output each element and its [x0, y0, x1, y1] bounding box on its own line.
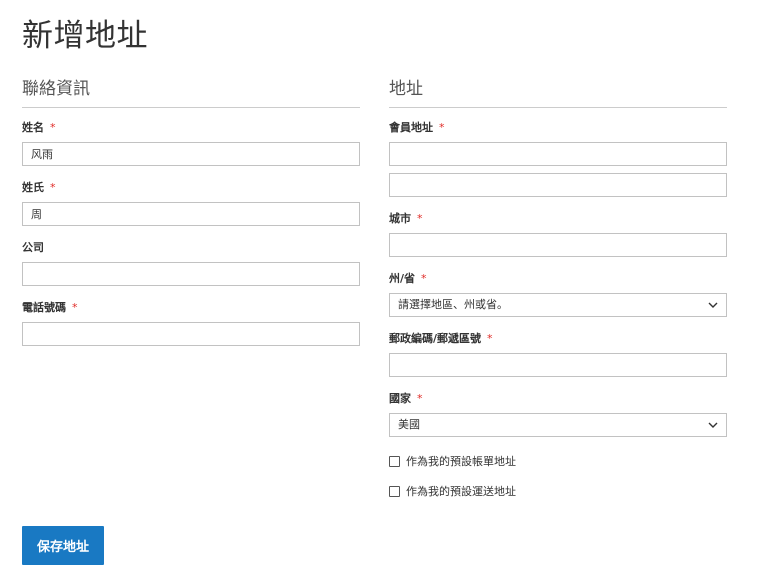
contact-info-section: 聯絡資訊 姓名* 姓氏* 公司 電話號碼* — [22, 70, 360, 360]
country-selected-value: 美國 — [398, 418, 420, 431]
city-input[interactable] — [389, 233, 727, 257]
postcode-field: 郵政編碼/郵遞區號 * — [389, 331, 727, 377]
street-field: 會員地址 * — [389, 120, 727, 197]
street-line2-input[interactable] — [389, 173, 727, 197]
last-name-input[interactable] — [22, 202, 360, 226]
required-marker: * — [487, 332, 493, 345]
country-field: 國家 * 美國 — [389, 391, 727, 437]
required-marker: * — [417, 392, 423, 405]
default-billing-checkbox[interactable] — [389, 455, 400, 467]
default-billing-label: 作為我的預設帳單地址 — [406, 455, 516, 468]
required-marker: * — [50, 181, 56, 194]
phone-label: 電話號碼 * — [22, 301, 78, 314]
first-name-label: 姓名 * — [22, 121, 56, 134]
company-label: 公司 — [22, 241, 44, 254]
default-shipping-label: 作為我的預設運送地址 — [406, 485, 516, 498]
default-shipping-checkbox[interactable] — [389, 485, 400, 497]
chevron-down-icon — [708, 302, 718, 308]
region-label: 州/省 * — [389, 272, 427, 285]
country-select[interactable]: 美國 — [389, 413, 727, 437]
phone-input[interactable] — [22, 322, 360, 346]
required-marker: * — [50, 121, 56, 134]
contact-info-heading: 聯絡資訊 — [22, 70, 360, 108]
last-name-label: 姓氏 * — [22, 181, 56, 194]
required-marker: * — [421, 272, 427, 285]
first-name-input[interactable] — [22, 142, 360, 166]
required-marker: * — [72, 301, 78, 314]
city-field: 城市 * — [389, 211, 727, 257]
region-field: 州/省 * 請選擇地區、州或省。 — [389, 271, 727, 317]
country-label: 國家 * — [389, 392, 423, 405]
address-heading: 地址 — [389, 70, 727, 108]
required-marker: * — [439, 121, 445, 134]
address-section: 地址 會員地址 * 城市 * 州/省 * 請選擇地區、州或省。 郵政編碼/郵遞區號 * … — [389, 70, 727, 510]
chevron-down-icon — [708, 422, 718, 428]
first-name-field: 姓名 * — [22, 120, 360, 166]
default-shipping-option[interactable]: 作為我的預設運送地址 — [389, 483, 516, 499]
postcode-label: 郵政編碼/郵遞區號 * — [389, 332, 493, 345]
region-selected-value: 請選擇地區、州或省。 — [398, 298, 508, 311]
default-billing-option[interactable]: 作為我的預設帳單地址 — [389, 453, 516, 469]
street-label: 會員地址 * — [389, 121, 445, 134]
last-name-field: 姓氏 * — [22, 180, 360, 226]
city-label: 城市 * — [389, 212, 423, 225]
company-field: 公司 — [22, 240, 360, 286]
page-title: 新增地址 — [22, 18, 148, 54]
region-select[interactable]: 請選擇地區、州或省。 — [389, 293, 727, 317]
save-address-button[interactable]: 保存地址 — [22, 526, 104, 565]
company-input[interactable] — [22, 262, 360, 286]
street-line1-input[interactable] — [389, 142, 727, 166]
required-marker: * — [417, 212, 423, 225]
phone-field: 電話號碼 * — [22, 300, 360, 346]
postcode-input[interactable] — [389, 353, 727, 377]
